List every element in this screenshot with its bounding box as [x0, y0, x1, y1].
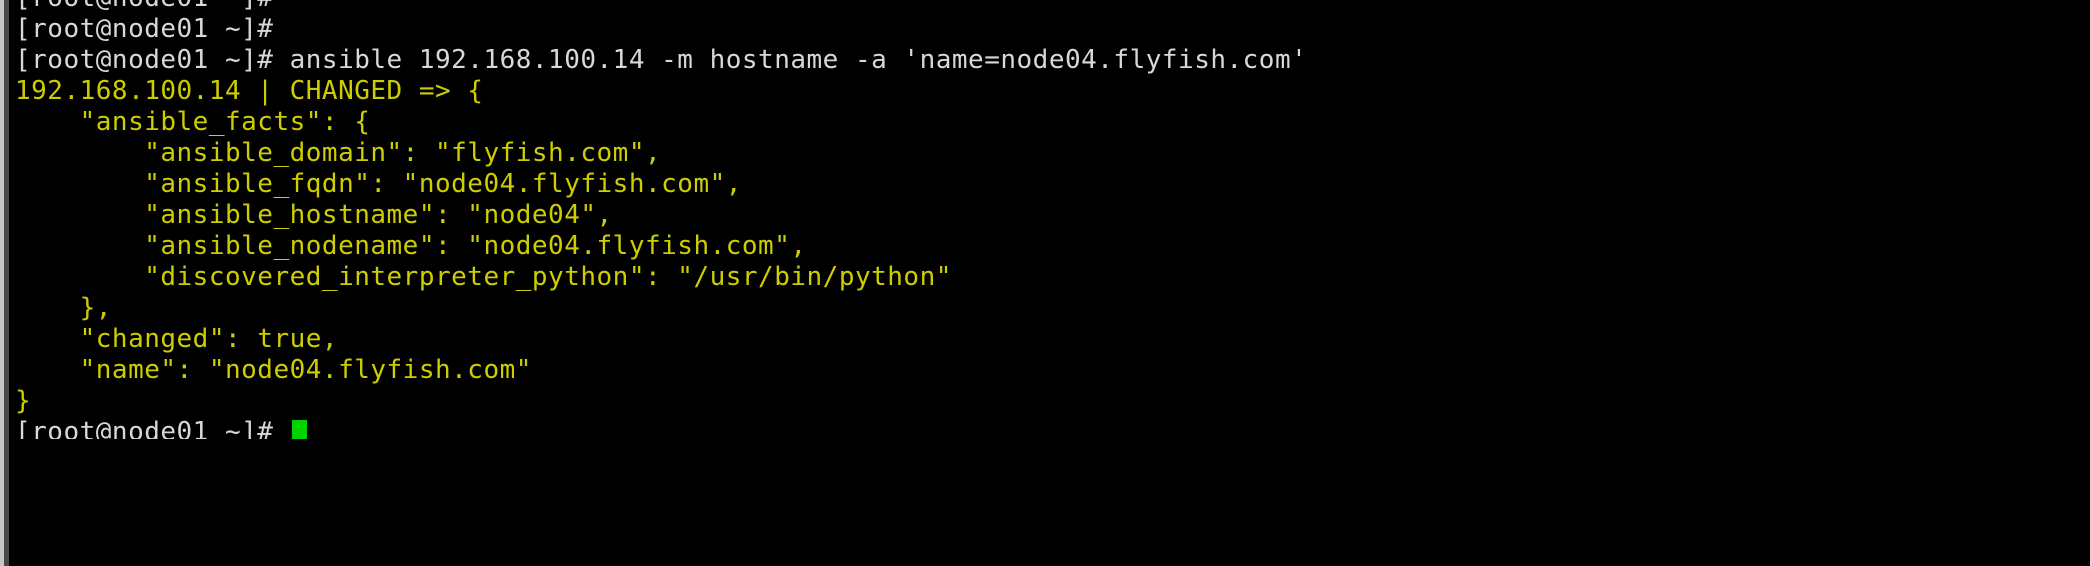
terminal-line-result-close: }	[15, 386, 32, 416]
terminal-line-prompt-empty: [root@node01 ~]#	[15, 14, 274, 44]
terminal-screen[interactable]: [root@node01 ~]# [root@node01 ~]# [root@…	[9, 0, 2090, 566]
terminal-line-fact-nodename: "ansible_nodename": "node04.flyfish.com"…	[15, 231, 807, 261]
terminal-line-command: [root@node01 ~]# ansible 192.168.100.14 …	[15, 45, 1308, 75]
terminal-line-result-header: 192.168.100.14 | CHANGED => {	[15, 76, 484, 106]
terminal-line-fact-domain: "ansible_domain": "flyfish.com",	[15, 138, 662, 168]
block-cursor-icon	[291, 420, 307, 439]
terminal-line-name: "name": "node04.flyfish.com"	[15, 355, 532, 385]
terminal-line-text: [root@node01 ~]#	[15, 0, 273, 14]
terminal-prompt-final-wrap: [root@node01 ~]#	[15, 417, 307, 439]
terminal-line-prompt-final[interactable]: [root@node01 ~]#	[9, 417, 2090, 439]
terminal-line-fact-fqdn: "ansible_fqdn": "node04.flyfish.com",	[15, 169, 742, 199]
terminal-line-fact-interpreter: "discovered_interpreter_python": "/usr/b…	[15, 262, 952, 292]
terminal-line-scrollback: [root@node01 ~]#	[9, 0, 2090, 14]
terminal-line-facts-close: },	[15, 293, 112, 323]
terminal-window[interactable]: [root@node01 ~]# [root@node01 ~]# [root@…	[0, 0, 2090, 566]
terminal-line-facts-open: "ansible_facts": {	[15, 107, 371, 137]
terminal-prompt-text: [root@node01 ~]#	[15, 417, 290, 439]
terminal-line-fact-hostname: "ansible_hostname": "node04",	[15, 200, 613, 230]
terminal-line-changed: "changed": true,	[15, 324, 339, 354]
terminal-scrollbar[interactable]	[4, 0, 9, 566]
